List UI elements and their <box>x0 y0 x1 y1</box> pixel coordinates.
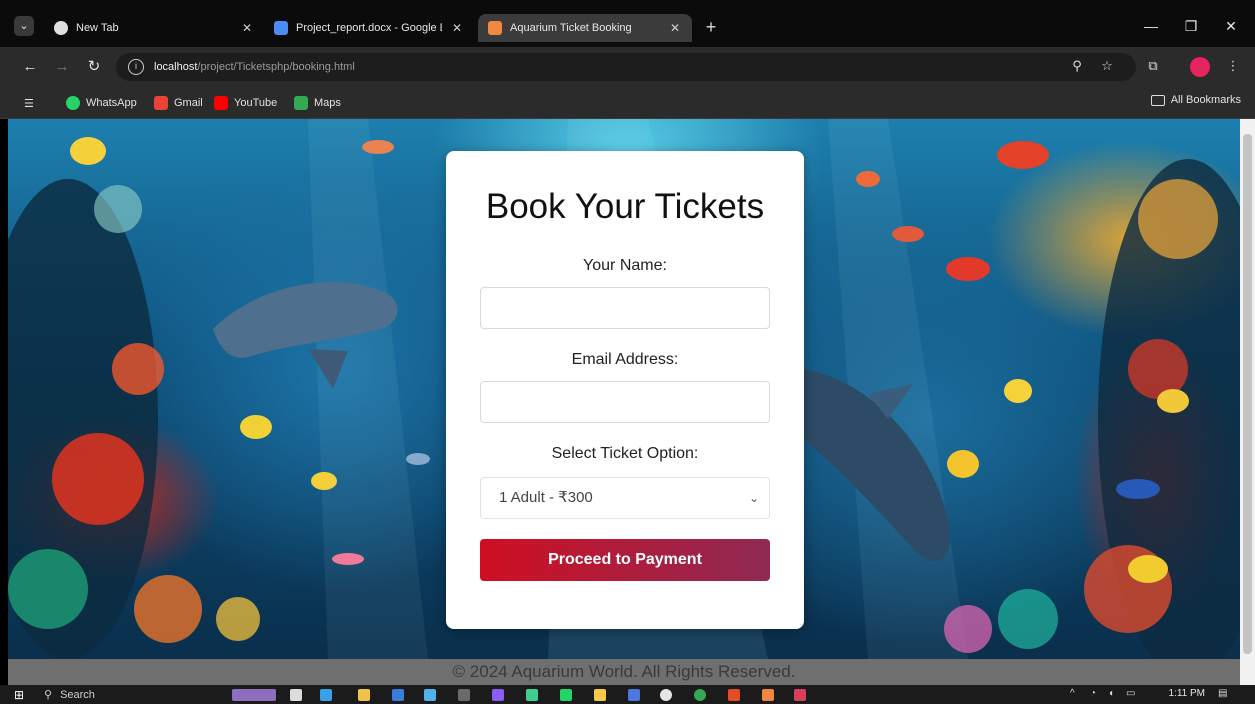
bookmark-star-icon[interactable]: ☆ <box>1096 55 1118 77</box>
bookmark-youtube[interactable]: YouTube <box>214 94 277 112</box>
ticket-option-label: Select Ticket Option: <box>551 445 699 462</box>
google-docs-icon <box>274 21 288 35</box>
page-title: Book Your Tickets <box>485 187 765 226</box>
tab-title: New Tab <box>76 22 119 34</box>
site-info-icon[interactable]: i <box>128 59 144 75</box>
close-icon[interactable]: ✕ <box>668 21 682 35</box>
page-viewport: Book Your Tickets Your Name: Email Addre… <box>8 119 1240 685</box>
whatsapp-taskbar-icon[interactable] <box>560 689 572 701</box>
github-icon[interactable] <box>660 689 672 701</box>
task-view-icon[interactable] <box>290 689 302 701</box>
back-icon[interactable]: ← <box>18 56 42 78</box>
tab-title: Aquarium Ticket Booking <box>510 22 632 34</box>
browser-tab-bar: ⌄ New Tab ✕ Project_report.docx - Google… <box>0 0 1255 47</box>
xampp-icon[interactable] <box>762 689 774 701</box>
chrome-icon <box>54 21 68 35</box>
chrome-taskbar-icon[interactable] <box>694 689 706 701</box>
battery-icon[interactable]: ▭ <box>1126 688 1135 699</box>
all-bookmarks[interactable]: All Bookmarks <box>1150 94 1241 106</box>
booking-form-card: Book Your Tickets Your Name: Email Addre… <box>446 151 804 629</box>
bookmark-label: YouTube <box>234 97 278 109</box>
vscode-icon[interactable] <box>628 689 640 701</box>
notes-icon[interactable] <box>594 689 606 701</box>
taskbar-search-label: Search <box>60 688 95 701</box>
reload-icon[interactable]: ↻ <box>82 56 106 78</box>
edge-icon[interactable] <box>320 689 332 701</box>
tab-title: Project_report.docx - Google D <box>296 22 442 34</box>
wifi-icon[interactable]: ◔ <box>1090 688 1096 699</box>
name-label: Your Name: <box>583 257 667 274</box>
app-icon[interactable] <box>526 689 538 701</box>
apps-grid-icon[interactable]: ☰ <box>24 94 34 112</box>
page-footer: © 2024 Aquarium World. All Rights Reserv… <box>8 659 1240 685</box>
folder-icon <box>1150 94 1165 106</box>
taskbar-clock[interactable]: 1:11 PM <box>1169 688 1206 699</box>
notifications-icon[interactable]: ▤ <box>1218 688 1227 699</box>
bookmark-maps[interactable]: Maps <box>294 94 341 112</box>
photos-icon[interactable] <box>794 689 806 701</box>
menu-kebab-icon[interactable]: ⋮ <box>1222 55 1244 77</box>
settings-icon[interactable] <box>458 689 470 701</box>
all-bookmarks-label: All Bookmarks <box>1170 94 1241 106</box>
bookmark-whatsapp[interactable]: WhatsApp <box>66 94 137 112</box>
ticket-option-selected: 1 Adult - ₹300 <box>499 489 593 506</box>
address-bar[interactable]: i localhost /project/Ticketsphp/booking.… <box>116 53 1136 81</box>
tray-chevron-icon[interactable]: ^ <box>1070 688 1075 699</box>
youtube-icon <box>214 96 228 110</box>
whatsapp-icon <box>66 96 80 110</box>
gmail-icon <box>154 96 168 110</box>
minimize-icon[interactable]: — <box>1132 14 1170 38</box>
bookmark-label: Maps <box>314 97 341 109</box>
widgets-icon[interactable] <box>232 689 276 701</box>
name-input[interactable] <box>480 287 770 329</box>
site-favicon-icon <box>488 21 502 35</box>
taskbar-search[interactable]: ⚲ Search <box>44 687 214 702</box>
store-icon[interactable] <box>392 689 404 701</box>
email-label: Email Address: <box>571 351 679 368</box>
bookmark-label: Gmail <box>174 97 203 109</box>
bookmark-gmail[interactable]: Gmail <box>154 94 203 112</box>
chevron-down-icon: ⌄ <box>748 491 759 505</box>
zoom-icon[interactable]: ⚲ <box>1066 55 1088 77</box>
maps-icon <box>294 96 308 110</box>
star-app-icon[interactable] <box>728 689 740 701</box>
scrollbar-thumb[interactable] <box>1243 134 1252 654</box>
extensions-icon[interactable]: ⧉ <box>1142 55 1164 77</box>
bookmark-label: WhatsApp <box>86 97 137 109</box>
close-window-icon[interactable]: ✕ <box>1212 14 1250 38</box>
email-input[interactable] <box>480 381 770 423</box>
url-path: /project/Ticketsphp/booking.html <box>197 61 355 73</box>
tab-search-icon[interactable]: ⌄ <box>14 16 34 36</box>
restore-icon[interactable]: ❐ <box>1172 14 1210 38</box>
close-icon[interactable]: ✕ <box>450 21 464 35</box>
close-icon[interactable]: ✕ <box>240 21 254 35</box>
forward-icon[interactable]: → <box>50 56 74 78</box>
url-host: localhost <box>154 61 198 73</box>
windows-start-icon[interactable]: ⊞ <box>14 689 26 701</box>
browser-toolbar: ← → ↻ i localhost /project/Ticketsphp/bo… <box>0 47 1255 87</box>
new-tab-icon[interactable]: + <box>700 16 722 38</box>
tab-google-doc[interactable]: Project_report.docx - Google D ✕ <box>264 14 474 42</box>
bookmarks-bar: ☰ WhatsApp Gmail YouTube Maps All Bookma… <box>0 87 1255 119</box>
teams-icon[interactable] <box>492 689 504 701</box>
file-explorer-icon[interactable] <box>358 689 370 701</box>
ticket-option-select[interactable]: 1 Adult - ₹300 ⌄ <box>480 477 770 519</box>
profile-avatar[interactable] <box>1190 57 1210 77</box>
volume-icon[interactable]: ◖ <box>1108 688 1114 699</box>
tab-aquarium-booking[interactable]: Aquarium Ticket Booking ✕ <box>478 14 692 42</box>
proceed-to-payment-button[interactable]: Proceed to Payment <box>480 539 770 581</box>
windows-taskbar: ⊞ ⚲ Search ^ ◔ ◖ ▭ 1:11 PM ▤ <box>0 685 1255 704</box>
mail-icon[interactable] <box>424 689 436 701</box>
search-icon: ⚲ <box>44 689 53 701</box>
tab-new-tab[interactable]: New Tab ✕ <box>44 14 264 42</box>
